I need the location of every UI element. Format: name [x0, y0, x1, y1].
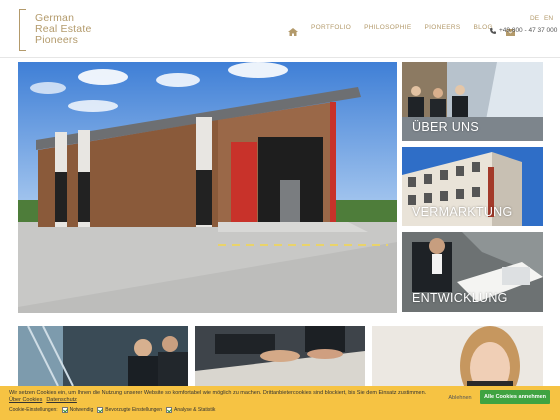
bottom-tile-2-image [195, 326, 365, 386]
cookie-option-analytics-label: Analyse & Statistik [174, 407, 216, 413]
hero-image [18, 62, 397, 313]
cookie-settings-label: Cookie-Einstellungen: [9, 407, 58, 413]
checkbox-analytics[interactable] [166, 407, 172, 413]
bottom-tile-3[interactable] [372, 326, 543, 386]
cookie-option-analytics[interactable]: Analyse & Statistik [166, 407, 215, 413]
bottom-tile-1[interactable] [18, 326, 188, 386]
logo-bar-bottom [20, 50, 26, 51]
checkbox-preferences[interactable] [97, 407, 104, 413]
cookie-option-preferences[interactable]: Bevorzugte Einstellungen [97, 407, 162, 413]
tile-development-label: ENTWICKLUNG [412, 291, 508, 305]
bottom-tile-2[interactable] [195, 326, 365, 386]
nav-pioneers[interactable]: PIONEERS [425, 24, 461, 31]
bottom-tile-3-image [372, 326, 543, 386]
cookie-settings: Cookie-Einstellungen: Notwendig Bevorzug… [9, 407, 215, 413]
phone-icon [490, 27, 496, 34]
phone-contact[interactable]: +49 800 - 47 37 000 [490, 27, 557, 34]
home-icon[interactable] [288, 23, 298, 36]
nav-portfolio[interactable]: PORTFOLIO [311, 24, 351, 31]
cookie-accept-button[interactable]: Alle Cookies annehmen [480, 390, 550, 404]
logo-line-3: Pioneers [35, 34, 79, 46]
site-header: German Real Estate Pioneers PORTFOLIO PH… [0, 0, 560, 58]
cookie-text: Wir setzen Cookies ein, um Ihnen die Nut… [9, 390, 427, 396]
tile-marketing-label: VERMARKTUNG [412, 205, 513, 219]
language-switcher: DE EN [530, 15, 558, 22]
hero-building-illustration [18, 62, 397, 313]
cookie-option-necessary[interactable]: Notwendig [61, 407, 94, 413]
cookie-option-preferences-label: Bevorzugte Einstellungen [105, 407, 162, 413]
lang-en[interactable]: EN [544, 15, 553, 22]
logo[interactable]: German Real Estate Pioneers [19, 9, 91, 51]
cookie-option-necessary-label: Notwendig [69, 407, 94, 413]
tile-about[interactable]: ÜBER UNS [402, 62, 543, 141]
bottom-tile-1-image [18, 326, 188, 386]
page: German Real Estate Pioneers PORTFOLIO PH… [0, 0, 560, 420]
tile-development[interactable]: ENTWICKLUNG [402, 232, 543, 312]
nav-philosophie[interactable]: PHILOSOPHIE [364, 24, 411, 31]
cookie-decline-button[interactable]: Ablehnen [440, 391, 480, 404]
logo-bar-top [20, 9, 26, 10]
checkbox-necessary[interactable] [61, 407, 68, 413]
lang-de[interactable]: DE [530, 15, 539, 22]
cookie-links: Über Cookies Datenschutz [9, 397, 81, 403]
phone-number: +49 800 - 47 37 000 [499, 27, 558, 34]
cookie-link-privacy[interactable]: Datenschutz [46, 397, 77, 403]
cookie-link-about[interactable]: Über Cookies [9, 397, 42, 403]
tile-about-label: ÜBER UNS [412, 120, 479, 134]
tile-marketing[interactable]: VERMARKTUNG [402, 147, 543, 226]
